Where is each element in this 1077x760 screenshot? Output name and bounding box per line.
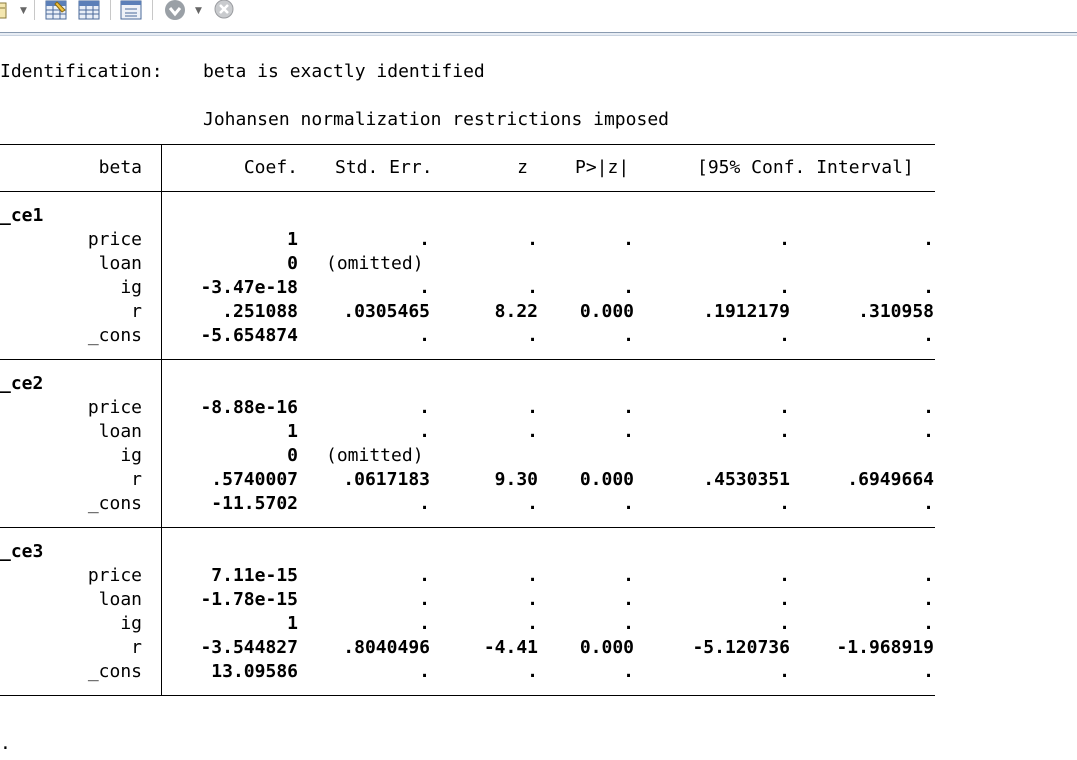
header-z: z — [517, 157, 528, 178]
cell-ci-lower: . — [779, 229, 790, 250]
variable-label: ig — [120, 445, 142, 466]
cell-ci-upper: . — [923, 421, 934, 442]
cell-p: 0.000 — [579, 301, 634, 322]
identification-label: Identification: — [0, 61, 163, 82]
variable-label: _cons — [87, 493, 142, 514]
toolbar-divider — [152, 0, 153, 20]
header-stderr: Std. Err. — [335, 157, 433, 178]
toolbar-divider — [110, 0, 111, 20]
variables-manager-icon[interactable] — [120, 0, 142, 25]
chevron-down-icon[interactable]: ▼ — [20, 6, 27, 16]
cell-ci-lower: . — [779, 661, 790, 682]
header-ci: [95% Conf. Interval] — [697, 157, 914, 178]
cell-coef: 0 — [287, 253, 298, 274]
cell-ci-upper — [774, 444, 934, 468]
cell-ci-upper: . — [923, 493, 934, 514]
cell-p: . — [623, 229, 634, 250]
cell-p: . — [623, 565, 634, 586]
cell-ci-lower: . — [779, 421, 790, 442]
cell-ci-upper: . — [923, 589, 934, 610]
variable-label: r — [131, 469, 142, 490]
cell-ci-upper: . — [923, 325, 934, 346]
table-bottom-rule — [0, 695, 935, 696]
variable-label: r — [131, 637, 142, 658]
cell-ci-upper: . — [923, 397, 934, 418]
cell-ci-lower: .4530351 — [703, 469, 790, 490]
cell-p — [474, 444, 634, 468]
equation-label: _ce3 — [0, 541, 44, 562]
cell-ci-upper — [774, 252, 934, 276]
variable-label: ig — [120, 277, 142, 298]
table-group-rule — [0, 359, 935, 360]
cell-p: . — [623, 661, 634, 682]
cell-p: . — [623, 493, 634, 514]
variable-label: ig — [120, 613, 142, 634]
cell-ci-lower: . — [779, 277, 790, 298]
edit-icon[interactable] — [0, 0, 10, 25]
cell-ci-lower: .1912179 — [703, 301, 790, 322]
cell-p: . — [623, 613, 634, 634]
cell-p — [474, 252, 634, 276]
cell-ci-lower: . — [779, 397, 790, 418]
cell-ci-lower: . — [779, 325, 790, 346]
break-icon[interactable] — [213, 0, 237, 27]
variable-label: r — [131, 301, 142, 322]
cell-p: . — [623, 325, 634, 346]
cell-ci-upper: . — [923, 661, 934, 682]
header-coef: Coef. — [243, 157, 298, 178]
equation-label: _ce2 — [0, 373, 44, 394]
variable-label: loan — [98, 253, 142, 274]
cell-ci-upper: . — [923, 565, 934, 586]
command-prompt: . — [0, 733, 11, 754]
cell-p: . — [623, 277, 634, 298]
cell-p: . — [623, 397, 634, 418]
cell-ci-upper: . — [923, 613, 934, 634]
table-group-rule — [0, 527, 935, 528]
cell-p: . — [623, 589, 634, 610]
data-browser-icon[interactable] — [78, 0, 100, 25]
cell-coef: 0 — [287, 445, 298, 466]
cell-ci-lower — [630, 252, 790, 276]
toolbar-divider — [34, 0, 35, 20]
cell-ci-upper: . — [923, 229, 934, 250]
equation-label: _ce1 — [0, 205, 44, 226]
toolbar-border — [0, 32, 1077, 36]
cell-ci-upper: -1.968919 — [836, 637, 934, 658]
identification-text: beta is exactly identified — [203, 61, 485, 82]
results-toolbar: ▼ ▼ — [0, 0, 1077, 26]
table-header-rule — [0, 191, 935, 192]
cell-ci-lower: . — [779, 613, 790, 634]
variable-label: _cons — [87, 661, 142, 682]
cell-ci-upper: .6949664 — [847, 469, 934, 490]
data-editor-icon[interactable] — [45, 0, 67, 25]
cell-ci-upper: . — [923, 277, 934, 298]
cell-p: . — [623, 421, 634, 442]
variable-label: price — [87, 565, 142, 586]
variable-label: _cons — [87, 325, 142, 346]
variable-label: loan — [98, 589, 142, 610]
variable-label: price — [87, 397, 142, 418]
header-p: P>|z| — [575, 157, 630, 178]
table-top-rule — [0, 144, 935, 145]
cell-ci-upper: .310958 — [858, 301, 934, 322]
more-icon[interactable] — [163, 0, 187, 27]
cell-ci-lower: . — [779, 589, 790, 610]
cell-ci-lower: . — [779, 565, 790, 586]
chevron-down-icon[interactable]: ▼ — [195, 6, 202, 16]
variable-label: loan — [98, 421, 142, 442]
cell-ci-lower: -5.120736 — [692, 637, 790, 658]
variable-label: price — [87, 229, 142, 250]
restriction-text: Johansen normalization restrictions impo… — [203, 109, 669, 130]
cell-ci-lower: . — [779, 493, 790, 514]
cell-ci-lower — [630, 444, 790, 468]
cell-p: 0.000 — [579, 637, 634, 658]
header-beta: beta — [98, 157, 142, 178]
cell-p: 0.000 — [579, 469, 634, 490]
